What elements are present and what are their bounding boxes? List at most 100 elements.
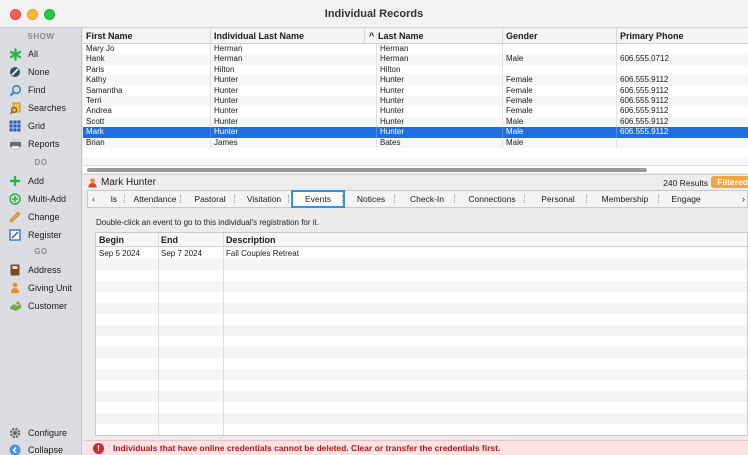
table-row[interactable]: Hank Herman Herman Male 606.555.0712 bbox=[83, 54, 748, 65]
cell-last-name: Bates bbox=[377, 137, 503, 148]
error-banner: ! Individuals that have online credentia… bbox=[83, 440, 748, 455]
event-cell-begin: Sep 5 2024 bbox=[99, 249, 140, 258]
cell-individual-last-name: Hilton bbox=[211, 64, 377, 76]
plus-icon bbox=[8, 174, 22, 188]
tab-separator bbox=[124, 195, 125, 203]
event-row[interactable]: Sep 5 2024 Sep 7 2024 Fall Couples Retreat bbox=[96, 248, 747, 259]
filtered-badge[interactable]: Filtered bbox=[711, 176, 748, 188]
sidebar-item-all[interactable]: All bbox=[8, 46, 82, 62]
collapse-icon bbox=[8, 443, 22, 455]
sidebar-item-label: Collapse bbox=[28, 445, 64, 455]
tab-scroll-right-icon[interactable]: › bbox=[742, 191, 745, 207]
event-row-empty bbox=[96, 369, 747, 380]
cell-individual-last-name: James bbox=[211, 137, 377, 148]
column-header-begin[interactable]: Begin bbox=[96, 233, 124, 247]
cell-first-name: Brian bbox=[83, 137, 211, 148]
tab-check-in[interactable]: Check-In bbox=[397, 191, 457, 207]
scrollbar-thumb[interactable] bbox=[87, 168, 647, 172]
sidebar-item-register[interactable]: Register bbox=[8, 227, 82, 243]
tab-visitation[interactable]: Visitation bbox=[237, 191, 291, 207]
tab-attendance[interactable]: Attendance bbox=[127, 191, 183, 207]
cell-first-name: Samantha bbox=[83, 85, 211, 96]
register-icon bbox=[8, 228, 22, 242]
sidebar-item-change[interactable]: Change bbox=[8, 209, 82, 225]
cell-gender: Female bbox=[503, 96, 617, 107]
tab-separator bbox=[180, 195, 181, 203]
sidebar-item-multi-add[interactable]: Multi-Add bbox=[8, 191, 82, 207]
column-header-gender[interactable]: Gender bbox=[503, 28, 617, 44]
table-row[interactable]: Scott Hunter Hunter Male 606.555.9112 bbox=[83, 116, 748, 128]
table-row[interactable]: Kathy Hunter Hunter Female 606.555.9112 bbox=[83, 75, 748, 86]
sidebar-item-none[interactable]: None bbox=[8, 64, 82, 80]
table-row[interactable]: Paris Hilton Hilton bbox=[83, 64, 748, 76]
event-row-empty bbox=[96, 424, 747, 435]
tab-membership[interactable]: Membership bbox=[589, 191, 661, 207]
column-header-primary-phone[interactable]: Primary Phone bbox=[617, 28, 748, 44]
cell-first-name: Kathy bbox=[83, 75, 211, 86]
sidebar-item-add[interactable]: Add bbox=[8, 173, 82, 189]
tab-separator bbox=[658, 195, 659, 203]
cell-gender bbox=[503, 44, 617, 55]
table-row[interactable]: Terri Hunter Hunter Female 606.555.9112 bbox=[83, 96, 748, 107]
cell-primary-phone: 606.555.9112 bbox=[620, 127, 669, 137]
person-name: Mark Hunter bbox=[101, 177, 157, 188]
cell-last-name: Herman bbox=[377, 44, 503, 55]
table-row[interactable]: Mark Hunter Hunter Male 606.555.9112 bbox=[83, 127, 748, 138]
cell-gender: Male bbox=[503, 127, 617, 138]
sidebar-item-find[interactable]: Find bbox=[8, 82, 82, 98]
sidebar-item-label: None bbox=[28, 67, 50, 77]
sidebar-item-collapse[interactable]: Collapse bbox=[8, 442, 82, 455]
sidebar-item-label: Register bbox=[28, 230, 62, 240]
tab-events[interactable]: Events bbox=[291, 190, 345, 208]
cell-individual-last-name: Hunter bbox=[211, 106, 377, 117]
tab-scroll-left-icon[interactable]: ‹ bbox=[92, 191, 95, 207]
cell-gender: Female bbox=[503, 75, 617, 86]
title-bar: Individual Records bbox=[0, 0, 748, 28]
cell-individual-last-name: Hunter bbox=[211, 96, 377, 107]
column-header-individual-last-name[interactable]: Individual Last Name bbox=[211, 28, 365, 44]
search-icon bbox=[8, 83, 22, 97]
cell-first-name: Hank bbox=[83, 54, 211, 65]
table-row[interactable]: Samantha Hunter Hunter Female 606.555.9112 bbox=[83, 85, 748, 96]
events-hint-text: Double-click an event to go to this indi… bbox=[96, 218, 319, 227]
event-cell-description: Fall Couples Retreat bbox=[226, 249, 299, 258]
table-row[interactable]: Brian James Bates Male bbox=[83, 137, 748, 148]
none-icon bbox=[8, 65, 22, 79]
cell-individual-last-name: Hunter bbox=[211, 85, 377, 96]
cell-last-name: Herman bbox=[377, 54, 503, 65]
cell-last-name: Hilton bbox=[377, 64, 503, 76]
tab-pastoral[interactable]: Pastoral bbox=[183, 191, 237, 207]
tab-personal[interactable]: Personal bbox=[527, 191, 589, 207]
sidebar-item-reports[interactable]: Reports bbox=[8, 136, 82, 152]
sidebar-item-searches[interactable]: Searches bbox=[8, 100, 82, 116]
sidebar-item-customer[interactable]: Customer bbox=[8, 298, 82, 314]
records-table: First Name Individual Last Name ^ Last N… bbox=[83, 28, 748, 165]
tab-engage[interactable]: Engage bbox=[661, 191, 711, 207]
column-header-description[interactable]: Description bbox=[223, 233, 276, 247]
error-icon: ! bbox=[93, 443, 104, 454]
cell-gender: Male bbox=[503, 137, 617, 148]
sidebar-item-grid[interactable]: Grid bbox=[8, 118, 82, 134]
sidebar-item-configure[interactable]: Configure bbox=[8, 425, 82, 441]
column-header-first-name[interactable]: First Name bbox=[83, 28, 211, 44]
event-row-empty bbox=[96, 314, 747, 325]
horizontal-scrollbar[interactable] bbox=[83, 165, 748, 173]
cell-individual-last-name: Hunter bbox=[211, 75, 377, 86]
reports-icon bbox=[8, 137, 22, 151]
cell-first-name: Scott bbox=[83, 116, 211, 128]
table-row[interactable]: Mary Jo Herman Herman bbox=[83, 44, 748, 55]
cell-last-name: Hunter bbox=[377, 75, 503, 86]
tab-separator bbox=[454, 195, 455, 203]
sidebar-item-giving-unit[interactable]: Giving Unit bbox=[8, 280, 82, 296]
event-row-empty bbox=[96, 259, 747, 270]
table-row[interactable]: Andrea Hunter Hunter Female 606.555.9112 bbox=[83, 106, 748, 117]
tab-connections[interactable]: Connections bbox=[457, 191, 527, 207]
pencil-icon bbox=[8, 210, 22, 224]
tab-notices[interactable]: Notices bbox=[345, 191, 397, 207]
sidebar-item-label: Multi-Add bbox=[28, 194, 67, 204]
tab-separator bbox=[524, 195, 525, 203]
sidebar-item-address[interactable]: Address bbox=[8, 262, 82, 278]
column-header-last-name[interactable]: Last Name bbox=[377, 28, 503, 44]
column-header-end[interactable]: End bbox=[158, 233, 178, 247]
cell-gender: Female bbox=[503, 85, 617, 96]
